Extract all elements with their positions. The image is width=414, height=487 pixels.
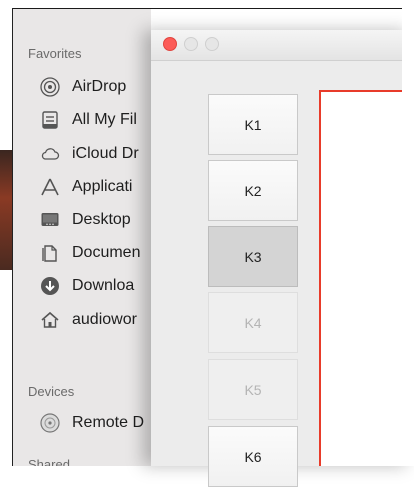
content-canvas[interactable] — [319, 90, 414, 466]
minimize-window-button[interactable] — [184, 37, 198, 51]
sidebar-item-label: Remote D — [72, 414, 145, 431]
sidebar-item-label: AirDrop — [72, 78, 127, 95]
sidebar-item-label: iCloud Dr — [72, 145, 139, 162]
sidebar-item-applications[interactable]: Applicati — [38, 176, 151, 198]
downloads-icon — [38, 275, 62, 297]
sidebar-item-label: Downloa — [72, 277, 135, 294]
desktop-icon — [38, 209, 62, 231]
favorites-section-label: Favorites — [28, 46, 82, 61]
applications-icon — [38, 176, 62, 198]
zoom-window-button[interactable] — [205, 37, 219, 51]
sidebar-item-home[interactable]: audiowor — [38, 309, 151, 331]
k2-button[interactable]: K2 — [208, 160, 298, 221]
sidebar-item-all-my-files[interactable]: All My Fil — [38, 109, 151, 131]
k4-button: K4 — [208, 292, 298, 353]
window-titlebar[interactable] — [151, 30, 414, 61]
all-my-files-icon — [38, 109, 62, 131]
sidebar-item-airdrop[interactable]: AirDrop — [38, 76, 151, 98]
remote-disc-icon — [38, 412, 62, 434]
sidebar-item-downloads[interactable]: Downloa — [38, 275, 151, 297]
k3-button[interactable]: K3 — [208, 226, 298, 287]
close-window-button[interactable] — [163, 37, 177, 51]
shared-section-label: Shared — [28, 457, 70, 466]
sidebar-item-label: Desktop — [72, 211, 131, 228]
finder-sidebar: Favorites AirDrop All My Fil iCloud Dr A… — [13, 9, 151, 466]
sidebar-item-label: Documen — [72, 244, 141, 261]
cloud-icon — [38, 143, 62, 165]
sidebar-item-desktop[interactable]: Desktop — [38, 209, 151, 231]
sidebar-item-documents[interactable]: Documen — [38, 242, 151, 264]
airdrop-icon — [38, 76, 62, 98]
k6-button[interactable]: K6 — [208, 426, 298, 487]
k5-button: K5 — [208, 359, 298, 420]
sidebar-item-icloud-drive[interactable]: iCloud Dr — [38, 143, 151, 165]
k1-button[interactable]: K1 — [208, 94, 298, 155]
sidebar-item-label: All My Fil — [72, 111, 137, 128]
right-margin — [402, 8, 414, 466]
app-window: K1 K2 K3 K4 K5 K6 — [151, 30, 414, 487]
sidebar-item-label: audiowor — [72, 311, 137, 328]
devices-section-label: Devices — [28, 384, 75, 399]
window-left-edge — [12, 8, 13, 466]
background-strip — [0, 150, 12, 270]
sidebar-item-remote-disc[interactable]: Remote D — [38, 412, 151, 434]
sidebar-item-label: Applicati — [72, 178, 133, 195]
home-icon — [38, 309, 62, 331]
documents-icon — [38, 242, 62, 264]
